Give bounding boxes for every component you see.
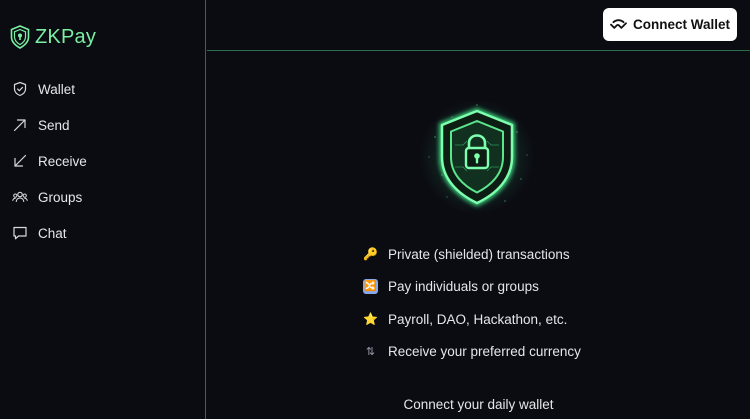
- arrow-down-left-icon: [14, 154, 27, 167]
- feature-text: Private (shielded) transactions: [388, 246, 570, 262]
- sidebar-item-send[interactable]: Send: [0, 107, 205, 143]
- sidebar: ZKPay Wallet Send Receive Groups Chat: [0, 0, 206, 419]
- main-content: 🔑 Private (shielded) transactions 🔀 Pay …: [207, 52, 750, 419]
- list-item: 🔑 Private (shielded) transactions: [363, 238, 663, 271]
- sidebar-item-label: Send: [38, 117, 70, 133]
- sidebar-item-label: Chat: [38, 225, 67, 241]
- feature-text: Payroll, DAO, Hackathon, etc.: [388, 311, 568, 327]
- shield-check-icon: [13, 81, 27, 97]
- feature-text: Receive your preferred currency: [388, 344, 581, 360]
- sidebar-item-label: Groups: [38, 189, 83, 205]
- connect-prompt: Connect your daily wallet: [403, 397, 554, 412]
- connect-wallet-button[interactable]: Connect Wallet: [603, 8, 737, 41]
- sidebar-item-receive[interactable]: Receive: [0, 143, 205, 179]
- key-icon: 🔑: [363, 247, 378, 262]
- top-bar: Connect Wallet: [207, 0, 750, 51]
- exchange-arrows-icon: ⇅: [365, 346, 376, 359]
- sidebar-item-label: Wallet: [38, 81, 76, 97]
- arrow-up-right-icon: [13, 119, 26, 132]
- sidebar-nav: Wallet Send Receive Groups Chat: [0, 71, 205, 251]
- sidebar-item-label: Receive: [38, 153, 87, 169]
- connect-wallet-label: Connect Wallet: [632, 17, 730, 32]
- feature-list: 🔑 Private (shielded) transactions 🔀 Pay …: [363, 238, 663, 368]
- star-icon: ⭐: [363, 312, 378, 327]
- feature-text: Pay individuals or groups: [388, 279, 539, 295]
- list-item: 🔀 Pay individuals or groups: [363, 271, 663, 304]
- logo[interactable]: ZKPay: [10, 24, 96, 50]
- glowing-shield-lock-icon: [419, 99, 535, 215]
- users-icon: [12, 191, 28, 203]
- shuffle-icon: 🔀: [363, 279, 378, 295]
- sidebar-item-chat[interactable]: Chat: [0, 215, 205, 251]
- walletconnect-icon: [610, 19, 627, 29]
- list-item: ⭐ Payroll, DAO, Hackathon, etc.: [363, 303, 663, 336]
- shield-logo-icon: [10, 25, 30, 49]
- list-item: ⇅ Receive your preferred currency: [363, 336, 663, 369]
- app-name: ZKPay: [35, 25, 97, 48]
- chat-bubble-icon: [13, 226, 27, 240]
- sidebar-item-wallet[interactable]: Wallet: [0, 71, 205, 107]
- app-root: ZKPay Wallet Send Receive Groups Chat Co…: [0, 0, 750, 419]
- sidebar-item-groups[interactable]: Groups: [0, 179, 205, 215]
